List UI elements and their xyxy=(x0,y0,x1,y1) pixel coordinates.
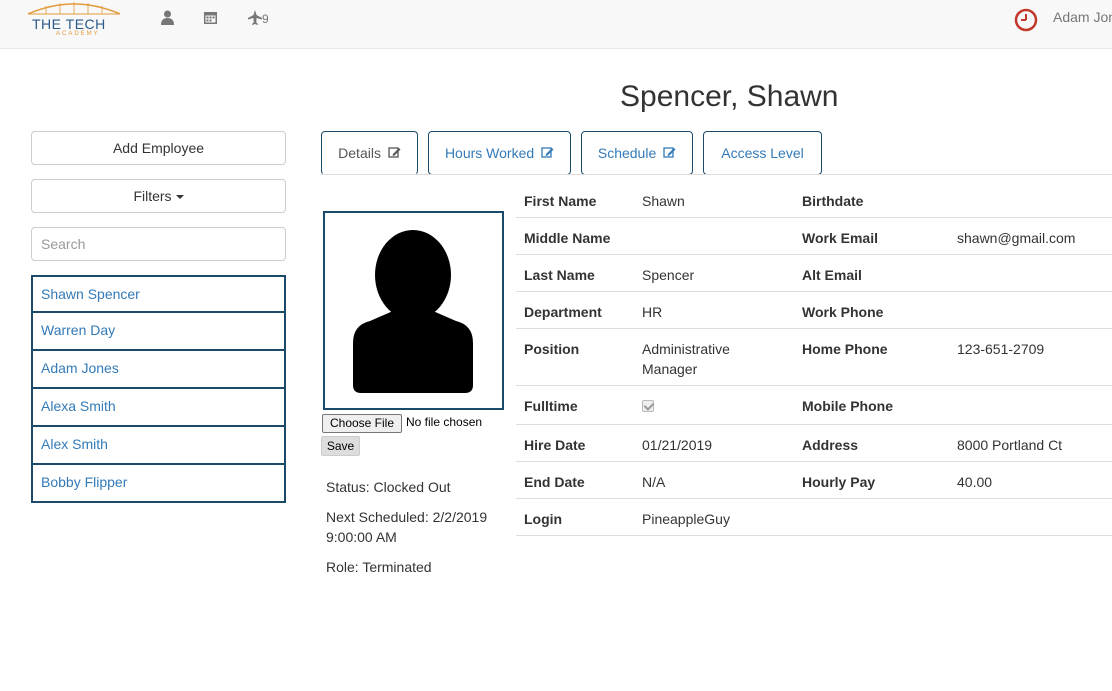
next-scheduled-text: Next Scheduled: 2/2/2019 9:00:00 AM xyxy=(326,509,488,545)
middle-name-label: Middle Name xyxy=(524,230,611,246)
table-row: Middle Name Work Email shawn@gmail.com xyxy=(516,218,1112,255)
fulltime-value xyxy=(642,396,772,417)
hire-date-value: 01/21/2019 xyxy=(642,437,713,453)
top-navbar: THE TECH ACADEMY 9 Adam Jones xyxy=(0,0,1112,49)
position-value: Administrative Manager xyxy=(642,341,730,377)
employee-item-warren-day[interactable]: Warren Day xyxy=(31,313,286,351)
department-label: Department xyxy=(524,304,602,320)
employee-details-table: First Name Shawn Birthdate Middle Name W… xyxy=(516,181,1112,536)
work-email-value: shawn@gmail.com xyxy=(957,230,1076,246)
address-value: 8000 Portland Ct xyxy=(957,437,1063,453)
end-date-label: End Date xyxy=(524,474,585,490)
tab-details-label: Details xyxy=(338,145,381,161)
table-row: End Date N/A Hourly Pay 40.00 xyxy=(516,462,1112,499)
table-row: Hire Date 01/21/2019 Address 8000 Portla… xyxy=(516,425,1112,462)
home-phone-value: 123-651-2709 xyxy=(957,341,1045,357)
profile-photo xyxy=(323,211,504,410)
login-label: Login xyxy=(524,511,563,527)
table-row: Login PineappleGuy xyxy=(516,499,1112,536)
choose-file-button[interactable]: Choose File xyxy=(322,414,402,433)
fulltime-checkbox xyxy=(642,400,654,412)
plane-icon[interactable] xyxy=(248,10,262,26)
address-label: Address xyxy=(802,437,859,453)
user-name[interactable]: Adam Jones xyxy=(1053,9,1112,25)
employee-item-adam-jones[interactable]: Adam Jones xyxy=(31,351,286,389)
position-label: Position xyxy=(524,341,580,357)
employee-item-alexa-smith[interactable]: Alexa Smith xyxy=(31,389,286,427)
first-name-value: Shawn xyxy=(642,193,685,209)
file-status: No file chosen xyxy=(406,415,483,429)
filters-button[interactable]: Filters xyxy=(31,179,286,213)
hourly-pay-value: 40.00 xyxy=(957,474,993,490)
employee-list: Shawn Spencer Warren Day Adam Jones Alex… xyxy=(31,275,286,503)
tab-divider xyxy=(321,174,1112,175)
mobile-phone-label: Mobile Phone xyxy=(802,398,893,414)
filters-label: Filters xyxy=(133,188,172,204)
user-icon[interactable] xyxy=(160,10,175,25)
avatar-silhouette-icon xyxy=(353,230,473,393)
home-phone-label: Home Phone xyxy=(802,341,888,357)
table-row: Department HR Work Phone xyxy=(516,292,1112,329)
employee-item-bobby-flipper[interactable]: Bobby Flipper xyxy=(31,465,286,503)
tab-schedule-label: Schedule xyxy=(597,145,657,161)
tab-schedule[interactable]: Schedule xyxy=(581,131,693,175)
first-name-label: First Name xyxy=(524,193,597,209)
caret-down-icon xyxy=(175,195,184,200)
birthdate-label: Birthdate xyxy=(802,193,864,209)
page-title: Spencer, Shawn xyxy=(620,80,839,113)
clock-icon[interactable] xyxy=(1014,8,1038,35)
tab-details[interactable]: Details xyxy=(321,131,418,175)
tech-academy-logo[interactable]: THE TECH ACADEMY xyxy=(26,0,122,40)
search-input[interactable]: Search xyxy=(31,227,286,261)
table-row: First Name Shawn Birthdate xyxy=(516,181,1112,218)
fulltime-label: Fulltime xyxy=(524,398,578,414)
add-employee-button[interactable]: Add Employee xyxy=(31,131,286,165)
calendar-icon[interactable] xyxy=(203,10,218,25)
work-email-label: Work Email xyxy=(802,230,878,246)
department-value: HR xyxy=(642,304,663,320)
end-date-value: N/A xyxy=(642,474,666,490)
edit-icon xyxy=(663,147,676,158)
hourly-pay-label: Hourly Pay xyxy=(802,474,876,490)
logo-subtext: ACADEMY xyxy=(56,31,100,37)
table-row: Last Name Spencer Alt Email xyxy=(516,255,1112,292)
save-photo-button[interactable]: Save xyxy=(321,436,360,456)
employee-item-alex-smith[interactable]: Alex Smith xyxy=(31,427,286,465)
notification-count[interactable]: 9 xyxy=(262,12,269,26)
status-text: Status: Clocked Out xyxy=(326,479,451,495)
tab-hours-worked[interactable]: Hours Worked xyxy=(428,131,571,175)
logo-text: THE TECH xyxy=(32,16,106,32)
last-name-label: Last Name xyxy=(524,267,595,283)
alt-email-label: Alt Email xyxy=(802,267,862,283)
hire-date-label: Hire Date xyxy=(524,437,586,453)
employee-item-shawn-spencer[interactable]: Shawn Spencer xyxy=(31,275,286,313)
last-name-value: Spencer xyxy=(642,267,695,283)
edit-icon xyxy=(541,147,554,158)
table-row: Fulltime Mobile Phone xyxy=(516,386,1112,425)
role-text: Role: Terminated xyxy=(326,559,432,575)
tab-access-level[interactable]: Access Level xyxy=(703,131,822,175)
table-row: Position Administrative Manager Home Pho… xyxy=(516,329,1112,386)
edit-icon xyxy=(388,147,401,158)
work-phone-label: Work Phone xyxy=(802,304,884,320)
login-value: PineappleGuy xyxy=(642,511,730,527)
tab-hours-label: Hours Worked xyxy=(444,145,535,161)
